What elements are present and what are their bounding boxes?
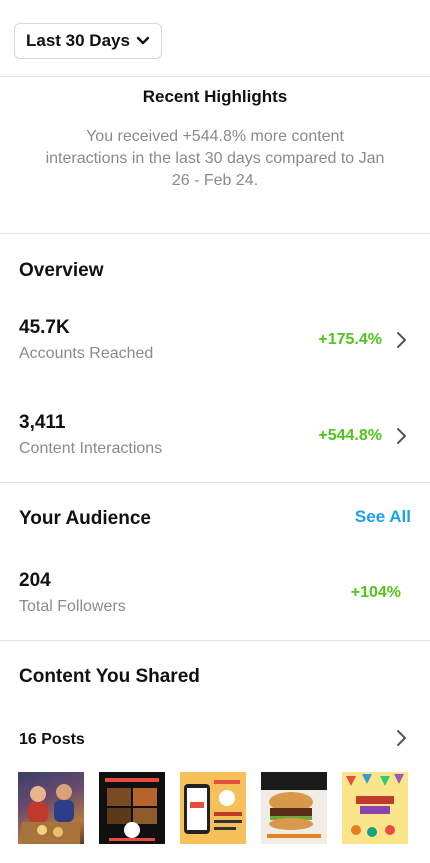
highlights-text: You received +544.8% more content intera… [45,128,385,189]
total-followers-label: Total Followers [19,598,126,615]
divider [0,640,430,641]
divider [0,482,430,483]
overview-title: Overview [19,260,104,281]
accounts-reached-label: Accounts Reached [19,345,154,362]
see-all-link[interactable]: See All [355,507,411,527]
posts-count-label: 16 Posts [19,731,85,748]
content-shared-title: Content You Shared [19,666,200,687]
content-interactions-change: +544.8% [318,427,382,444]
content-interactions-value: 3,411 [19,412,66,433]
post-thumbnail[interactable] [261,772,327,844]
post-thumbnail[interactable] [342,772,408,844]
post-thumbnail[interactable] [18,772,84,844]
post-thumbnail[interactable] [99,772,165,844]
date-range-label: Last 30 Days [26,31,130,50]
chevron-right-icon[interactable] [396,729,408,747]
post-thumbnail[interactable] [180,772,246,844]
chevron-right-icon[interactable] [396,331,408,349]
post-thumbnails [18,772,408,844]
divider [0,233,430,234]
chevron-right-icon[interactable] [396,427,408,445]
accounts-reached-change: +175.4% [318,331,382,348]
highlights-title: Recent Highlights [142,87,288,106]
content-interactions-label: Content Interactions [19,440,163,457]
divider [0,76,430,77]
date-range-dropdown[interactable]: Last 30 Days [14,23,162,59]
total-followers-value: 204 [19,570,51,591]
chevron-down-icon [136,36,150,46]
audience-title: Your Audience [19,508,151,529]
total-followers-change: +104% [350,584,401,601]
accounts-reached-value: 45.7K [19,317,70,338]
